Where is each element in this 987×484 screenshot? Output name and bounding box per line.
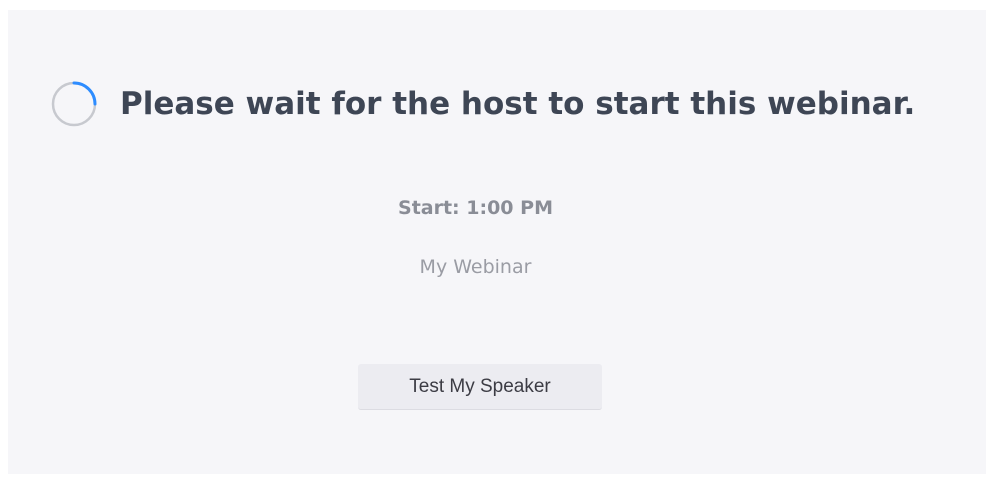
test-speaker-button[interactable]: Test My Speaker <box>358 364 602 410</box>
webinar-start-time: Start: 1:00 PM <box>398 197 553 219</box>
webinar-title: My Webinar <box>419 256 532 278</box>
waiting-room-panel: Please wait for the host to start this w… <box>8 10 986 474</box>
loading-spinner-icon <box>51 81 97 127</box>
waiting-heading-row: Please wait for the host to start this w… <box>50 80 915 128</box>
waiting-heading: Please wait for the host to start this w… <box>120 86 916 122</box>
